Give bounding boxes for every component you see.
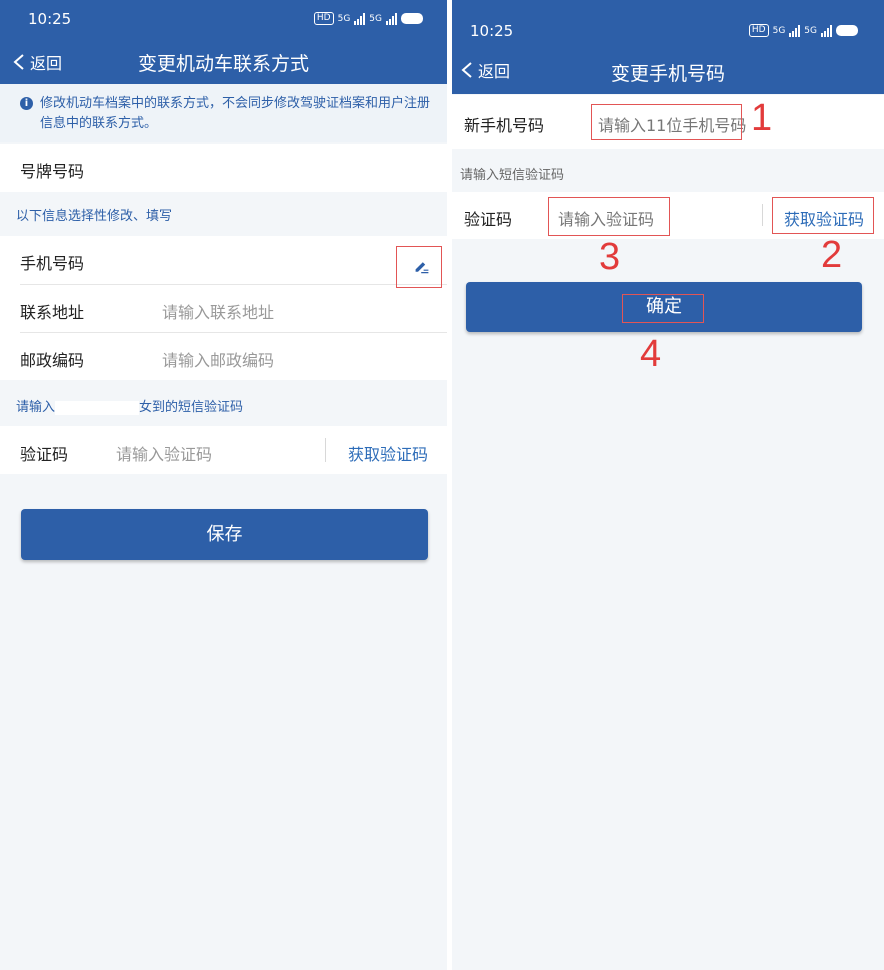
sms-section-prefix: 请输入 — [16, 400, 56, 415]
network-5g-label-2: 5G — [804, 25, 817, 36]
marker-4: 4 — [640, 333, 662, 375]
code-label: 验证码 — [464, 210, 513, 229]
contact-form: 手机号码 联系地址 请输入联系地址 邮政编码 请输入邮政编码 — [0, 236, 447, 380]
signal-icon — [789, 24, 801, 37]
highlight-box — [548, 197, 670, 236]
phone-label: 手机号码 — [20, 254, 85, 273]
divider — [762, 204, 763, 226]
hd-icon: HD — [748, 24, 769, 37]
redaction-block — [55, 400, 140, 415]
battery-icon — [836, 25, 858, 36]
status-bar: 10:25 HD 5G 5G — [452, 0, 884, 48]
postcode-label: 邮政编码 — [20, 351, 85, 370]
marker-2: 2 — [821, 234, 843, 276]
highlight-box — [396, 246, 442, 288]
new-phone-label: 新手机号码 — [464, 116, 545, 135]
code-input[interactable]: 请输入验证码 — [116, 441, 212, 465]
hd-icon: HD — [313, 12, 334, 25]
battery-icon — [401, 13, 423, 24]
highlight-box — [772, 197, 874, 234]
divider — [20, 284, 447, 285]
marker-3: 3 — [599, 236, 621, 278]
plate-label: 号牌号码 — [20, 162, 85, 181]
plate-row: 号牌号码 — [0, 144, 447, 192]
get-code-button[interactable]: 获取验证码 — [348, 441, 428, 465]
right-screen: 10:25 HD 5G 5G 返回 变更手机号码 新手机号码 请输入11位手机号… — [452, 0, 884, 970]
notice-text: 修改机动车档案中的联系方式，不会同步修改驾驶证档案和用户注册信息中的联系方式。 — [40, 96, 431, 131]
network-5g-label: 5G — [337, 13, 351, 24]
marker-1: 1 — [751, 97, 773, 139]
code-row: 验证码 请输入验证码 获取验证码 — [0, 426, 447, 474]
signal-icon — [354, 12, 366, 25]
status-time: 10:25 — [470, 22, 514, 40]
status-bar: 10:25 HD 5G 5G — [0, 0, 447, 40]
sms-section-suffix: 女到的短信验证码 — [139, 400, 244, 415]
network-5g-label: 5G — [772, 25, 786, 36]
signal-icon-2 — [821, 24, 832, 37]
code-label: 验证码 — [20, 445, 69, 464]
status-time: 10:25 — [28, 10, 72, 28]
notice-banner: i 修改机动车档案中的联系方式，不会同步修改驾驶证档案和用户注册信息中的联系方式… — [0, 84, 447, 142]
address-label: 联系地址 — [20, 303, 85, 322]
sms-section-title: 请输入 女到的短信验证码 — [16, 396, 243, 415]
nav-bar: 返回 变更机动车联系方式 — [0, 40, 447, 84]
save-button[interactable]: 保存 — [21, 509, 428, 560]
highlight-box — [591, 104, 742, 140]
page-title: 变更手机号码 — [610, 63, 725, 85]
optional-section-title: 以下信息选择性修改、填写 — [16, 209, 173, 224]
info-icon: i — [20, 97, 33, 110]
signal-icon-2 — [386, 12, 397, 25]
divider — [20, 332, 447, 333]
left-screen: 10:25 HD 5G 5G 返回 变更机动车联系方式 i 修改机动车档案中的联… — [0, 0, 447, 970]
network-5g-label-2: 5G — [369, 13, 382, 24]
sms-section-title: 请输入短信验证码 — [460, 168, 565, 183]
nav-bar: 返回 变更手机号码 — [452, 48, 884, 94]
address-input[interactable]: 请输入联系地址 — [162, 299, 274, 323]
postcode-input[interactable]: 请输入邮政编码 — [162, 347, 274, 371]
status-icons: HD 5G 5G — [748, 24, 858, 37]
status-icons: HD 5G 5G — [313, 12, 423, 25]
highlight-box — [622, 294, 704, 323]
page-title: 变更机动车联系方式 — [137, 53, 309, 75]
divider — [325, 438, 326, 462]
